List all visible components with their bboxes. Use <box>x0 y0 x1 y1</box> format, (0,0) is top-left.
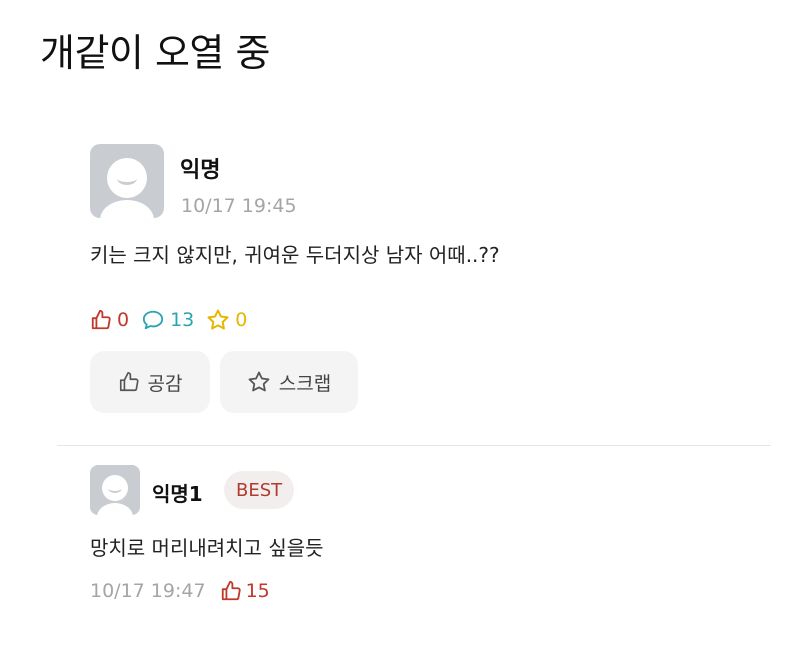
post-content: 키는 크지 않지만, 귀여운 두더지상 남자 어때..?? <box>90 243 500 267</box>
comment-count-stat: 13 <box>141 309 194 331</box>
star-icon <box>207 309 229 330</box>
thumbs-up-icon <box>221 580 241 601</box>
like-button[interactable]: 공감 <box>90 351 210 413</box>
comment-meta: 10/17 19:47 15 <box>90 576 270 606</box>
caption: 개같이 오열 중 <box>40 31 270 75</box>
post-stats: 0 13 0 <box>90 306 259 334</box>
scrap-count: 0 <box>235 309 248 331</box>
avatar-smile <box>108 484 122 493</box>
scrap-count-stat: 0 <box>206 308 247 332</box>
thumbs-up-icon <box>119 372 139 392</box>
star-icon <box>248 371 270 392</box>
like-count: 0 <box>117 309 130 331</box>
post-time: 10/17 19:45 <box>181 195 297 217</box>
avatar-body <box>100 200 154 218</box>
divider <box>57 445 771 446</box>
author-avatar[interactable] <box>90 144 164 218</box>
comment-like-count: 15 <box>245 580 270 602</box>
avatar-smile <box>117 172 137 185</box>
scrap-button-label: 스크랩 <box>278 372 332 395</box>
comment-time: 10/17 19:47 <box>90 580 206 602</box>
like-button-label: 공감 <box>147 372 183 395</box>
avatar-body <box>97 503 133 515</box>
comment-author: 익명1 <box>152 482 203 506</box>
speech-bubble-icon <box>143 310 164 330</box>
post-author: 익명 <box>180 158 221 183</box>
comment-content: 망치로 머리내려치고 싶을듯 <box>90 536 324 560</box>
comment-count: 13 <box>170 309 195 331</box>
like-count-stat: 0 <box>90 309 129 331</box>
thumbs-up-icon <box>91 309 111 330</box>
comment-like-button[interactable]: 15 <box>220 580 270 602</box>
commenter-avatar[interactable] <box>90 465 140 515</box>
scrap-button[interactable]: 스크랩 <box>220 351 358 413</box>
best-badge: BEST <box>224 471 295 509</box>
